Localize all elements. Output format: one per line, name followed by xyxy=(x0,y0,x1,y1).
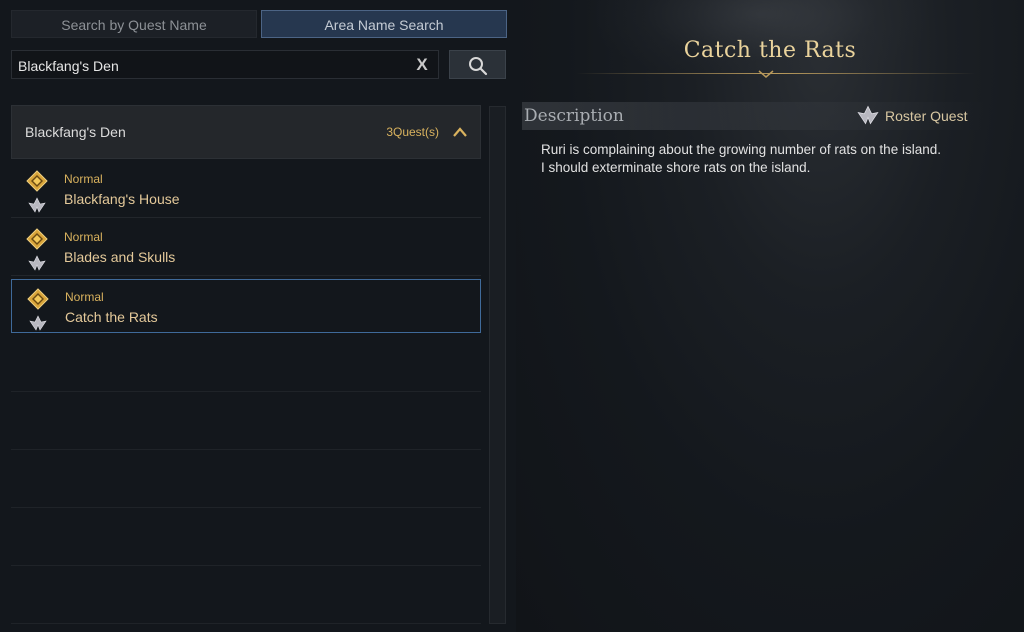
quest-list: Blackfang's Den 3Quest(s) Normal Blackfa… xyxy=(11,105,483,625)
quest-name: Blackfang's House xyxy=(64,191,180,207)
gold-diamond-icon xyxy=(27,288,49,310)
empty-list-row xyxy=(11,335,481,392)
quest-row-blades-and-skulls[interactable]: Normal Blades and Skulls xyxy=(11,220,481,276)
search-icon xyxy=(469,57,488,76)
empty-list-row xyxy=(11,509,481,566)
roster-emblem-icon xyxy=(28,197,46,213)
quest-detail-panel: Catch the Rats Description Roster Quest … xyxy=(516,0,1024,632)
empty-list-row xyxy=(11,451,481,508)
quest-row-blackfangs-house[interactable]: Normal Blackfang's House xyxy=(11,162,481,218)
area-group-title: Blackfang's Den xyxy=(25,124,126,140)
search-field: X xyxy=(11,50,439,79)
quest-type-label: Normal xyxy=(64,230,103,244)
clear-search-button[interactable]: X xyxy=(412,54,432,76)
gold-diamond-icon xyxy=(26,170,48,192)
chevron-up-icon[interactable] xyxy=(450,122,470,142)
search-input[interactable] xyxy=(16,53,410,78)
roster-emblem-icon xyxy=(28,255,46,271)
roster-emblem-icon xyxy=(857,105,879,125)
description-line: Ruri is complaining about the growing nu… xyxy=(541,142,941,157)
quest-list-scrollbar[interactable] xyxy=(489,106,506,624)
quest-type-label: Normal xyxy=(65,290,104,304)
quest-description: Ruri is complaining about the growing nu… xyxy=(541,141,1001,177)
empty-list-row xyxy=(11,567,481,624)
area-group-header[interactable]: Blackfang's Den 3Quest(s) xyxy=(11,105,481,159)
quest-row-catch-the-rats[interactable]: Normal Catch the Rats xyxy=(11,279,481,333)
quest-type-label: Normal xyxy=(64,172,103,186)
tab-area-name-search[interactable]: Area Name Search xyxy=(261,10,507,38)
description-label: Description xyxy=(524,106,624,126)
roster-emblem-icon xyxy=(29,315,47,331)
quest-name: Blades and Skulls xyxy=(64,249,176,265)
gold-diamond-icon xyxy=(26,228,48,250)
quest-detail-title: Catch the Rats xyxy=(683,38,857,63)
quest-count: 3Quest(s) xyxy=(386,125,439,139)
quest-name: Catch the Rats xyxy=(65,309,158,325)
title-divider xyxy=(576,73,976,74)
search-button[interactable] xyxy=(449,50,506,79)
description-line: I should exterminate shore rats on the i… xyxy=(541,160,811,175)
quest-category-tag: Roster Quest xyxy=(885,108,968,124)
title-ornament-icon xyxy=(758,70,774,78)
quest-search-panel: Search by Quest Name Area Name Search X … xyxy=(0,0,516,632)
empty-list-row xyxy=(11,393,481,450)
tab-search-by-quest-name[interactable]: Search by Quest Name xyxy=(11,10,257,38)
